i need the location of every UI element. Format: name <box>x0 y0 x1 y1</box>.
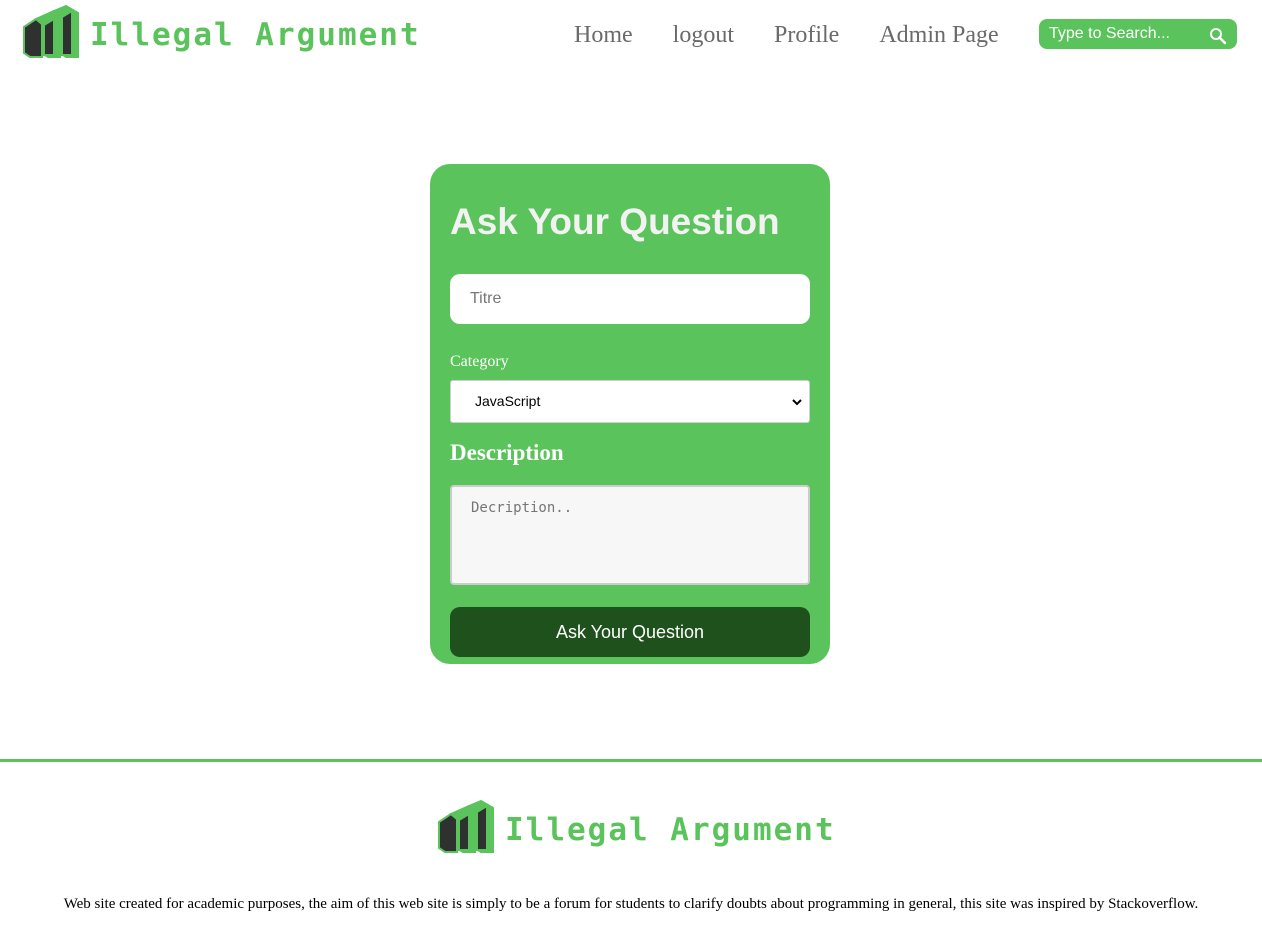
chevron-down-icon <box>792 399 802 406</box>
logo-icon <box>438 800 494 853</box>
logo-icon <box>23 5 79 58</box>
main-nav: Home logout Profile Admin Page <box>574 20 1039 50</box>
footer-description: Web site created for academic purposes, … <box>63 896 1199 912</box>
form-heading: Ask Your Question <box>450 201 780 242</box>
description-textarea[interactable] <box>450 485 810 585</box>
brand-name: Illegal Argument <box>90 17 421 53</box>
category-select[interactable]: JavaScript <box>450 380 810 423</box>
nav-home[interactable]: Home <box>574 20 633 50</box>
nav-admin-page[interactable]: Admin Page <box>879 20 998 50</box>
footer-divider <box>0 759 1262 762</box>
category-label: Category <box>450 353 509 370</box>
search-bar <box>1039 19 1237 49</box>
logo[interactable]: Illegal Argument <box>22 5 421 60</box>
submit-question-button[interactable]: Ask Your Question <box>450 607 810 657</box>
nav-profile[interactable]: Profile <box>774 20 839 50</box>
nav-logout[interactable]: logout <box>673 20 734 50</box>
header: Illegal Argument Home logout Profile Adm… <box>0 0 1262 80</box>
description-label: Description <box>450 440 564 465</box>
search-input[interactable] <box>1039 19 1199 49</box>
footer-logo: Illegal Argument <box>437 800 836 855</box>
title-input[interactable] <box>450 274 810 324</box>
footer-brand-name: Illegal Argument <box>505 812 836 848</box>
ask-question-form: Ask Your Question Category JavaScript De… <box>430 164 830 664</box>
category-selected-value: JavaScript <box>475 393 541 409</box>
search-icon[interactable] <box>1209 27 1227 45</box>
